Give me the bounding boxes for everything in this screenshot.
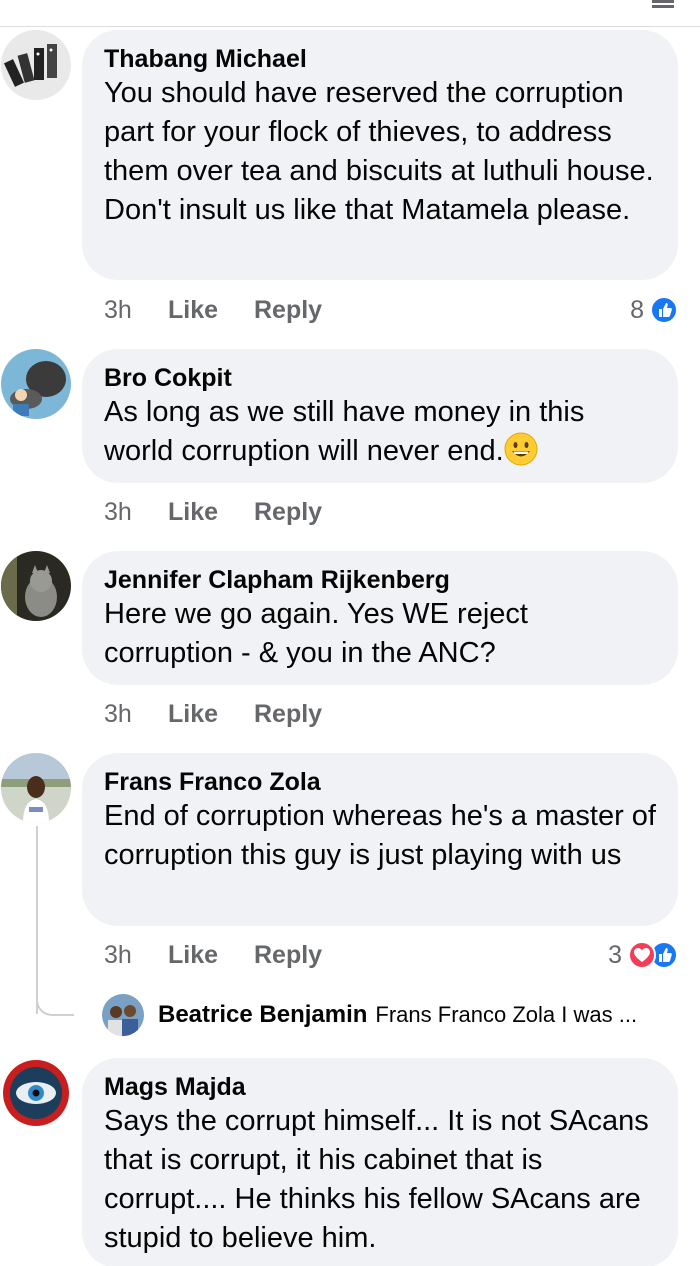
comment-text-wrapper: As long as we still have money in this w… xyxy=(104,393,656,471)
avatar[interactable] xyxy=(1,1058,71,1128)
reply-button[interactable]: Reply xyxy=(254,498,322,527)
comment-actions: 3h Like Reply xyxy=(104,938,322,972)
comment-time[interactable]: 3h xyxy=(104,700,168,729)
thread-connector xyxy=(36,990,74,1016)
cat-avatar-icon xyxy=(1,551,71,621)
comment-text: Says the corrupt himself... It is not SA… xyxy=(104,1105,649,1254)
vaccinated-badge-avatar-icon xyxy=(1,1058,71,1128)
comment-time[interactable]: 3h xyxy=(104,498,168,527)
comment-author[interactable]: Jennifer Clapham Rijkenberg xyxy=(104,565,656,595)
reply-button[interactable]: Reply xyxy=(254,296,322,325)
person-avatar-icon xyxy=(1,753,71,823)
reaction-summary[interactable]: 8 xyxy=(630,293,678,327)
domino-avatar-icon xyxy=(1,30,71,100)
reply-preview-row[interactable]: Beatrice Benjamin Frans Franco Zola I wa… xyxy=(102,994,638,1036)
top-divider xyxy=(0,26,700,27)
comment-author[interactable]: Thabang Michael xyxy=(104,44,656,74)
comment-time[interactable]: 3h xyxy=(104,296,168,325)
comment-text: Here we go again. Yes WE reject corrupti… xyxy=(104,598,528,669)
comment-time[interactable]: 3h xyxy=(104,941,168,970)
like-icon xyxy=(650,296,678,324)
menu-icon[interactable] xyxy=(652,0,680,8)
thread-line xyxy=(36,826,38,1014)
like-button[interactable]: Like xyxy=(168,700,254,729)
comment-author[interactable]: Mags Majda xyxy=(104,1072,656,1102)
avatar[interactable] xyxy=(1,349,71,419)
comment-author[interactable]: Frans Franco Zola xyxy=(104,767,656,797)
like-button[interactable]: Like xyxy=(168,941,254,970)
comment-text: End of corruption whereas he's a master … xyxy=(104,800,656,871)
grinning-face-emoji xyxy=(504,432,538,466)
reaction-summary[interactable]: 3 xyxy=(608,938,678,972)
comment-bubble: Thabang Michael You should have reserved… xyxy=(82,30,678,280)
avatar[interactable] xyxy=(1,753,71,823)
comment-bubble: Bro Cokpit As long as we still have mone… xyxy=(82,349,678,483)
comment-actions: 3h Like Reply xyxy=(104,495,322,529)
love-icon xyxy=(628,941,656,969)
group-avatar-icon xyxy=(102,994,144,1036)
comment-bubble: Frans Franco Zola End of corruption wher… xyxy=(82,753,678,926)
like-button[interactable]: Like xyxy=(168,296,254,325)
reply-text-preview: Frans Franco Zola I was ... xyxy=(375,1002,638,1027)
reaction-count: 8 xyxy=(630,295,644,324)
like-button[interactable]: Like xyxy=(168,498,254,527)
comment-actions: 3h Like Reply xyxy=(104,697,322,731)
comment-bubble: Jennifer Clapham Rijkenberg Here we go a… xyxy=(82,551,678,685)
avatar[interactable] xyxy=(1,30,71,100)
reply-button[interactable]: Reply xyxy=(254,941,322,970)
comment-bubble: Mags Majda Says the corrupt himself... I… xyxy=(82,1058,678,1266)
comment-text: You should have reserved the corruption … xyxy=(104,77,654,226)
cartoon-avatar-icon xyxy=(1,349,71,419)
reaction-count: 3 xyxy=(608,940,622,969)
comment-author[interactable]: Bro Cokpit xyxy=(104,363,656,393)
comment-actions: 3h Like Reply xyxy=(104,293,322,327)
avatar[interactable] xyxy=(102,994,144,1036)
avatar[interactable] xyxy=(1,551,71,621)
reply-button[interactable]: Reply xyxy=(254,700,322,729)
reply-author[interactable]: Beatrice Benjamin xyxy=(158,1001,367,1029)
